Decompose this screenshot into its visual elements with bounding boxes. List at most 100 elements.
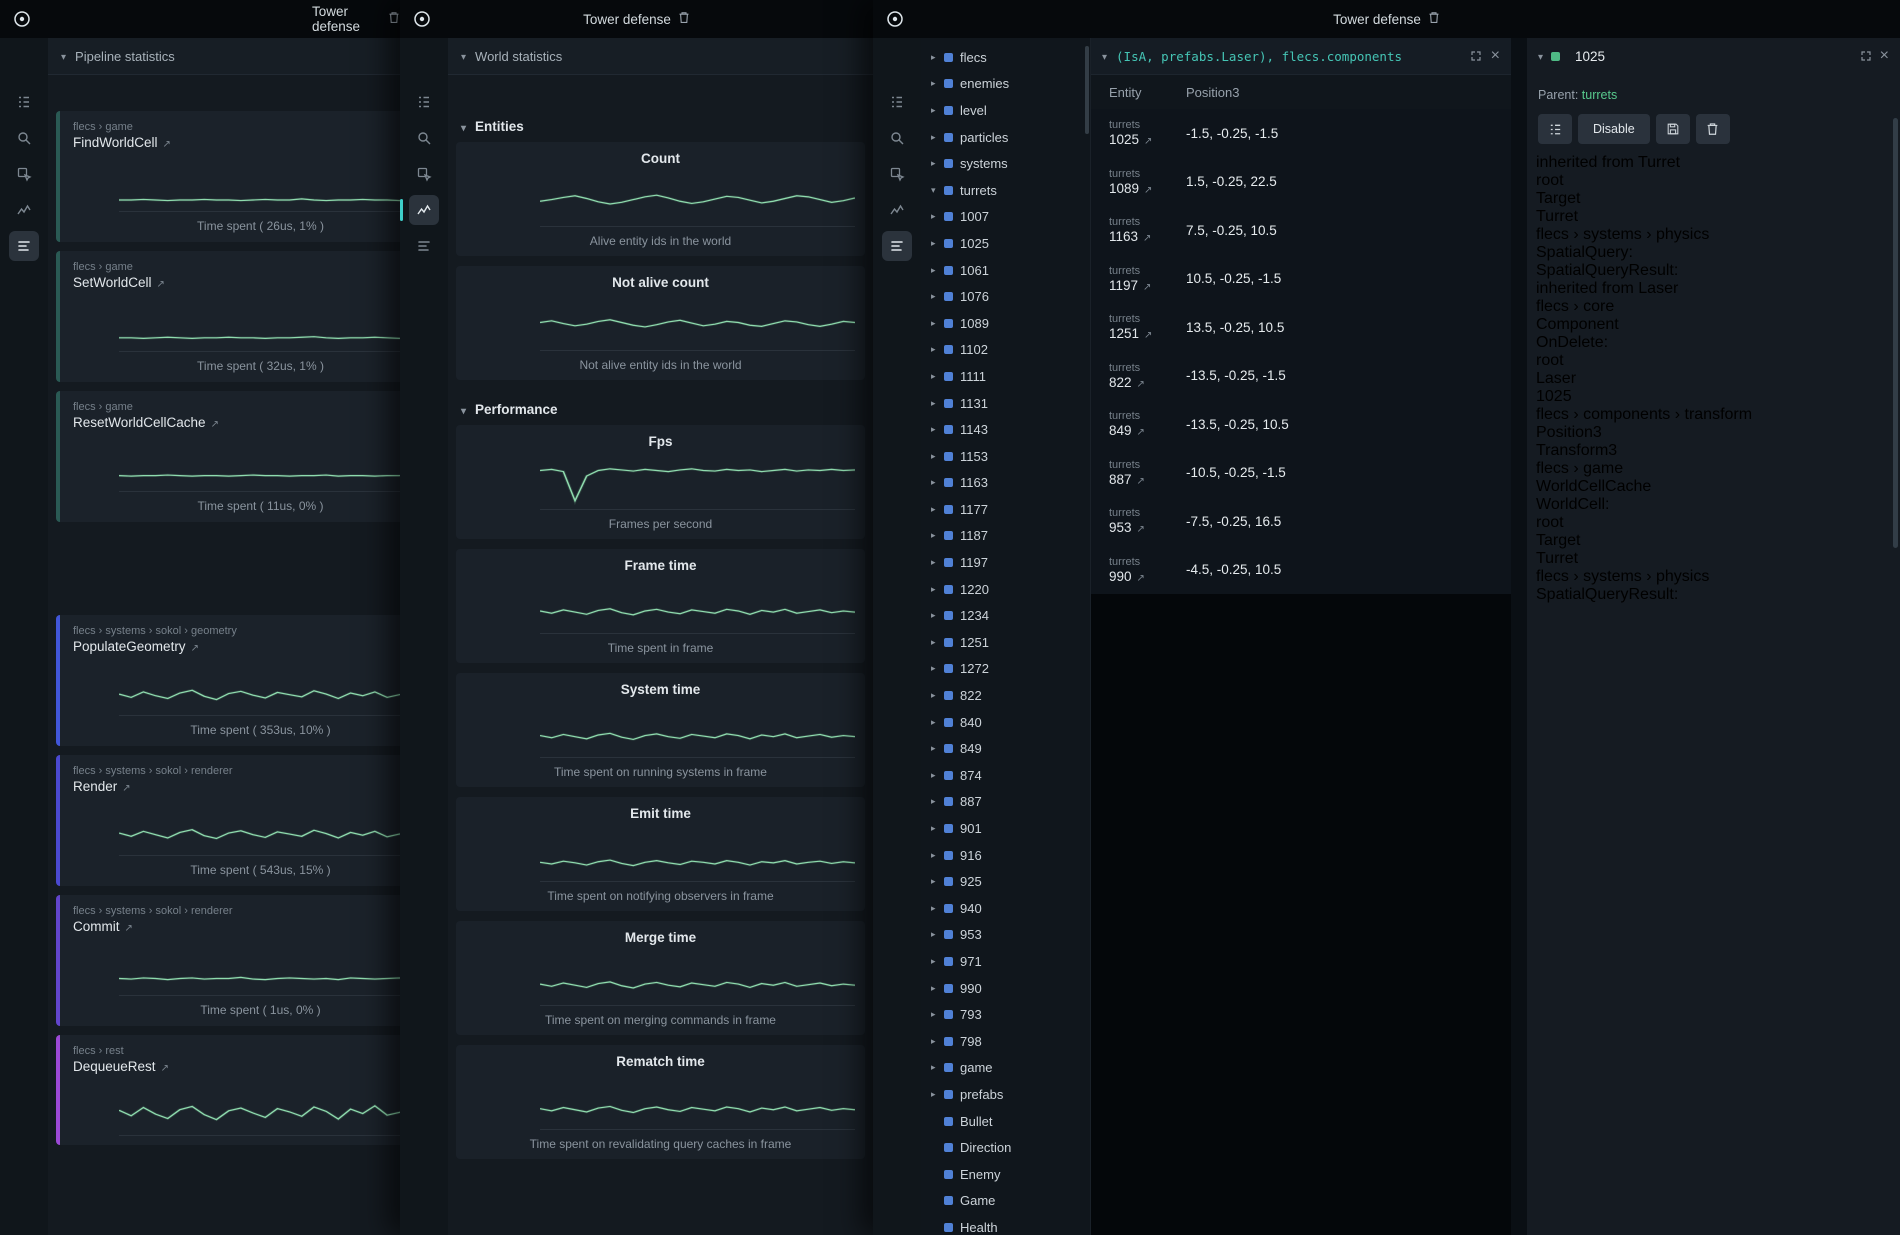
- expand-arrow-icon[interactable]: ▸: [931, 291, 944, 302]
- expand-arrow-icon[interactable]: ▸: [931, 52, 944, 63]
- inspector-row[interactable]: flecs › systems › physics: [1527, 226, 1900, 244]
- expand-arrow-icon[interactable]: ▸: [931, 530, 944, 541]
- save-button[interactable]: [1656, 114, 1690, 144]
- time-range-button[interactable]: [485, 85, 507, 99]
- inspector-row[interactable]: Transform3: [1527, 442, 1900, 460]
- time-range-button[interactable]: [135, 85, 157, 99]
- expand-arrow-icon[interactable]: ▸: [931, 105, 944, 116]
- tree-item[interactable]: ▸ 940: [921, 895, 1090, 922]
- expand-arrow-icon[interactable]: ▸: [931, 770, 944, 781]
- query-result-row[interactable]: turrets 953 -7.5, -0.25, 16.5: [1091, 497, 1511, 546]
- tree-item[interactable]: ▸ 1234: [921, 602, 1090, 629]
- inspector-row[interactable]: inherited from Laser: [1527, 280, 1900, 298]
- expand-arrow-icon[interactable]: ▸: [931, 903, 944, 914]
- tree-item[interactable]: ▸ 1197: [921, 549, 1090, 576]
- section-header[interactable]: Entities: [448, 107, 873, 142]
- expand-arrow-icon[interactable]: ▸: [931, 796, 944, 807]
- statistics-icon[interactable]: [9, 231, 39, 261]
- expand-arrow-icon[interactable]: ▸: [931, 78, 944, 89]
- time-range-button[interactable]: [460, 85, 482, 99]
- tree-item[interactable]: ▸ 1131: [921, 390, 1090, 417]
- tree-item[interactable]: ▾ turrets: [921, 177, 1090, 204]
- tree-item[interactable]: Health: [921, 1214, 1090, 1235]
- tree-item[interactable]: ▸ enemies: [921, 71, 1090, 98]
- time-range-button[interactable]: [110, 85, 132, 99]
- expand-arrow-icon[interactable]: ▸: [931, 132, 944, 143]
- delete-button[interactable]: [1696, 114, 1730, 144]
- entity-link[interactable]: 1163: [1109, 229, 1186, 244]
- inspect-icon[interactable]: [409, 159, 439, 189]
- tree-item[interactable]: ▸ particles: [921, 124, 1090, 151]
- inspector-row[interactable]: root: [1527, 352, 1900, 370]
- expand-arrow-icon[interactable]: ▸: [931, 477, 944, 488]
- expand-arrow-icon[interactable]: ▸: [931, 717, 944, 728]
- inspector-row[interactable]: Position3: [1527, 424, 1900, 442]
- trash-icon[interactable]: [678, 11, 690, 27]
- statistics-icon[interactable]: [409, 231, 439, 261]
- expand-arrow-icon[interactable]: ▸: [931, 238, 944, 249]
- time-range-button[interactable]: [510, 85, 532, 99]
- inspector-row[interactable]: OnDelete: Panic: [1527, 334, 1900, 352]
- tree-item[interactable]: ▸ 1220: [921, 576, 1090, 603]
- inspector-row[interactable]: Component: [1527, 316, 1900, 334]
- tree-item[interactable]: ▸ systems: [921, 150, 1090, 177]
- expand-arrow-icon[interactable]: ▸: [931, 823, 944, 834]
- time-range-button[interactable]: [85, 85, 107, 99]
- tree-item[interactable]: ▸ 793: [921, 1001, 1090, 1028]
- inspector-row[interactable]: SpatialQueryResult: Enemy: [1527, 586, 1900, 604]
- chevron-down-icon[interactable]: [461, 403, 466, 417]
- stat-name-link[interactable]: ResetWorldCellCache: [73, 415, 400, 430]
- inspector-row[interactable]: Target: [1527, 190, 1900, 208]
- query-result-row[interactable]: turrets 1089 1.5, -0.25, 22.5: [1091, 158, 1511, 207]
- entity-link[interactable]: 849: [1109, 423, 1186, 438]
- expand-arrow-icon[interactable]: ▸: [931, 371, 944, 382]
- expand-arrow-icon[interactable]: ▸: [931, 318, 944, 329]
- stat-name-link[interactable]: SetWorldCell: [73, 275, 400, 290]
- inspector-row[interactable]: flecs › components › transform: [1527, 406, 1900, 424]
- inspector-row[interactable]: 1025: [1527, 388, 1900, 406]
- expand-arrow-icon[interactable]: ▸: [931, 743, 944, 754]
- tree-view-icon[interactable]: [9, 87, 39, 117]
- tree-item[interactable]: ▸ 1007: [921, 204, 1090, 231]
- time-range-button[interactable]: [160, 85, 182, 99]
- chevron-down-icon[interactable]: [61, 49, 66, 63]
- tree-item[interactable]: ▸ 990: [921, 975, 1090, 1002]
- expand-arrow-icon[interactable]: ▸: [931, 663, 944, 674]
- tree-item[interactable]: Bullet: [921, 1108, 1090, 1135]
- expand-arrow-icon[interactable]: ▾: [931, 185, 944, 196]
- entity-link[interactable]: 1197: [1109, 278, 1186, 293]
- stat-name-link[interactable]: FindWorldCell: [73, 135, 400, 150]
- inspect-icon[interactable]: [9, 159, 39, 189]
- tree-item[interactable]: ▸ 1177: [921, 496, 1090, 523]
- expand-arrow-icon[interactable]: ▸: [931, 876, 944, 887]
- expand-arrow-icon[interactable]: ▸: [931, 1089, 944, 1100]
- expand-arrow-icon[interactable]: ▸: [931, 344, 944, 355]
- time-range-button[interactable]: [535, 85, 557, 99]
- entity-link[interactable]: 1089: [1109, 181, 1186, 196]
- query-result-row[interactable]: turrets 990 -4.5, -0.25, 10.5: [1091, 546, 1511, 595]
- query-result-row[interactable]: turrets 822 -13.5, -0.25, -1.5: [1091, 352, 1511, 401]
- inspector-row[interactable]: SpatialQueryResult: Enemy: [1527, 262, 1900, 280]
- expand-arrow-icon[interactable]: ▸: [931, 850, 944, 861]
- expand-arrow-icon[interactable]: ▸: [931, 983, 944, 994]
- time-range-button[interactable]: [560, 85, 582, 99]
- tree-item[interactable]: ▸ flecs: [921, 44, 1090, 71]
- expand-arrow-icon[interactable]: ▸: [931, 158, 944, 169]
- tree-item[interactable]: ▸ 1143: [921, 416, 1090, 443]
- expand-arrow-icon[interactable]: ▸: [931, 451, 944, 462]
- query-result-row[interactable]: turrets 1251 13.5, -0.25, 10.5: [1091, 303, 1511, 352]
- tree-view-icon[interactable]: [882, 87, 912, 117]
- entity-link[interactable]: 990: [1109, 569, 1186, 584]
- tree-item[interactable]: ▸ 798: [921, 1028, 1090, 1055]
- tree-item[interactable]: ▸ 1102: [921, 337, 1090, 364]
- stat-name-link[interactable]: DequeueRest: [73, 1059, 400, 1074]
- expand-arrow-icon[interactable]: ▸: [931, 557, 944, 568]
- section-header[interactable]: Performance: [448, 390, 873, 425]
- query-result-row[interactable]: turrets 887 -10.5, -0.25, -1.5: [1091, 449, 1511, 498]
- inspector-row[interactable]: Turret: [1527, 550, 1900, 568]
- inspector-row[interactable]: flecs › core: [1527, 298, 1900, 316]
- inspector-row[interactable]: flecs › systems › physics: [1527, 568, 1900, 586]
- tree-item[interactable]: ▸ 887: [921, 789, 1090, 816]
- tree-item[interactable]: ▸ prefabs: [921, 1081, 1090, 1108]
- expand-arrow-icon[interactable]: ▸: [931, 610, 944, 621]
